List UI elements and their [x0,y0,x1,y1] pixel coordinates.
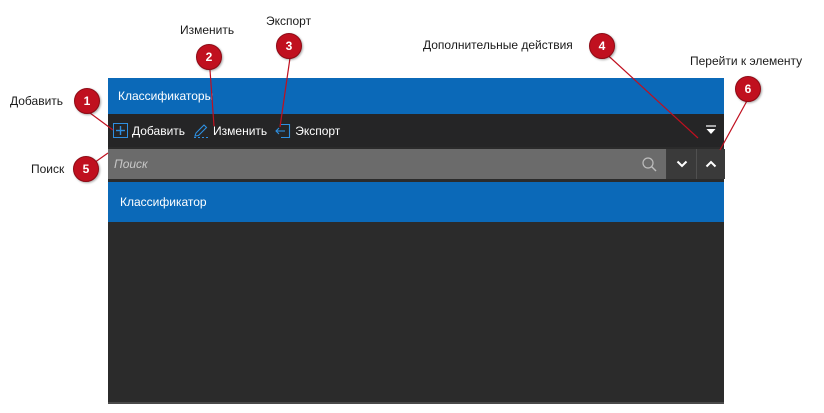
toolbar: Добавить Изменить Экспорт [108,114,724,147]
more-actions-button[interactable] [704,123,718,137]
add-button-label: Добавить [132,123,186,138]
previous-match-button[interactable] [696,149,725,179]
triangle-down-icon [706,125,716,134]
callout-badge-5: 5 [73,156,99,182]
edit-button[interactable]: Изменить [193,123,267,138]
search-bar [108,149,725,179]
search-icon[interactable] [641,156,657,172]
chevron-up-icon [705,160,717,168]
next-match-button[interactable] [667,149,696,179]
callout-label-edit: Изменить [180,23,235,37]
callout-label-go-to-element: Перейти к элементу [690,54,803,68]
export-button[interactable]: Экспорт [275,123,340,139]
callout-label-export: Экспорт [266,14,312,28]
export-icon [275,123,291,138]
panel-header: Классификаторы [108,78,724,114]
export-button-label: Экспорт [295,123,341,138]
panel-title: Классификаторы [118,89,214,103]
callout-badge-3: 3 [276,33,302,59]
callout-badge-1: 1 [74,88,100,114]
callout-badge-2: 2 [196,44,222,70]
plus-square-icon [113,123,128,138]
search-input[interactable] [108,149,666,179]
edit-button-label: Изменить [213,123,268,138]
add-button[interactable]: Добавить [113,123,185,138]
list-item[interactable]: Классификатор [108,182,724,222]
callout-badge-6: 6 [735,76,761,102]
list-item-label: Классификатор [120,195,207,209]
classifiers-panel: Классификаторы Добавить Изменить Экспорт… [108,78,725,404]
callout-badge-4: 4 [589,33,615,59]
callout-label-search: Поиск [31,162,65,176]
callout-label-add: Добавить [10,94,64,108]
pencil-icon [194,124,209,138]
callout-label-more-actions: Дополнительные действия [423,38,573,52]
chevron-down-icon [676,160,687,168]
panel-bottom-border [108,402,724,404]
